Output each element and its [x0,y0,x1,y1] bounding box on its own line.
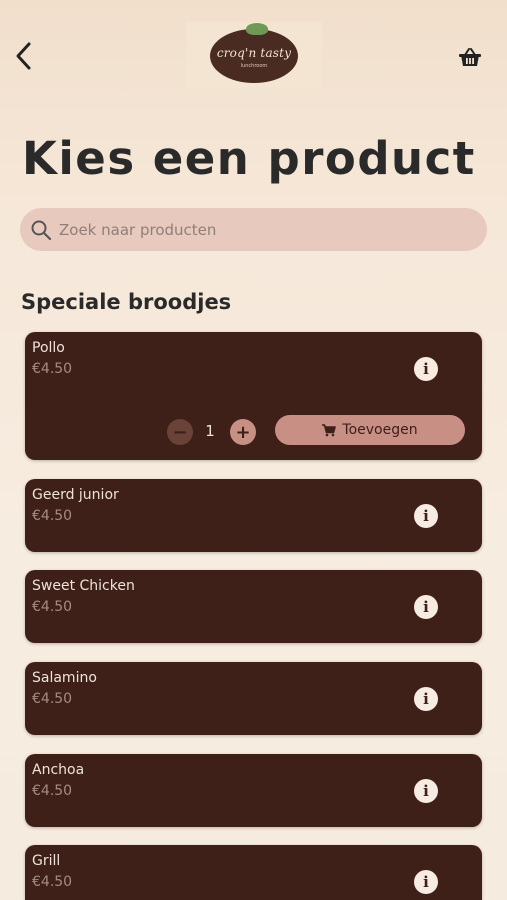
product-name: Anchoa [32,762,85,778]
product-price: €4.50 [32,599,73,615]
leaf-icon [246,23,268,35]
logo-badge: croq'n tasty lunchroom [210,23,298,83]
product-card-geerd-junior[interactable]: Geerd junior €4.50 i [25,479,482,552]
product-name: Salamino [32,670,97,686]
product-card-grill[interactable]: Grill €4.50 i [25,845,482,900]
info-button[interactable]: i [414,504,438,528]
basket-icon [459,48,481,66]
chevron-left-icon [16,42,31,70]
product-price: €4.50 [32,361,73,377]
quantity-decrease-button[interactable]: − [167,419,193,445]
product-name: Grill [32,853,61,869]
product-price: €4.50 [32,508,73,524]
back-button[interactable] [8,38,38,74]
logo-subtext: lunchroom [240,62,268,69]
product-card-salamino[interactable]: Salamino €4.50 i [25,662,482,735]
product-price: €4.50 [32,783,73,799]
info-icon: i [423,507,429,525]
product-name: Geerd junior [32,487,119,503]
info-icon: i [423,782,429,800]
brand-logo: croq'n tasty lunchroom [186,22,322,90]
basket-button[interactable] [455,44,485,72]
quantity-value: 1 [205,422,215,440]
info-button[interactable]: i [414,687,438,711]
product-name: Pollo [32,340,65,356]
quantity-increase-button[interactable]: + [230,419,256,445]
search-bar[interactable] [20,208,487,251]
info-icon: i [423,360,429,378]
logo-text: croq'n tasty [216,45,292,60]
product-card-pollo[interactable]: Pollo €4.50 i − 1 + Toevoegen [25,332,482,460]
info-icon: i [423,873,429,891]
minus-icon: − [172,421,188,443]
search-icon [30,219,52,241]
product-card-anchoa[interactable]: Anchoa €4.50 i [25,754,482,827]
info-button[interactable]: i [414,357,438,381]
info-button[interactable]: i [414,779,438,803]
page-title: Kies een product [22,132,476,185]
add-to-cart-button[interactable]: Toevoegen [275,415,465,445]
info-button[interactable]: i [414,870,438,894]
plus-icon: + [235,421,251,443]
cart-icon [322,423,337,436]
info-icon: i [423,598,429,616]
add-to-cart-label: Toevoegen [342,422,418,438]
section-title: Speciale broodjes [21,290,232,314]
product-card-sweet-chicken[interactable]: Sweet Chicken €4.50 i [25,570,482,643]
product-price: €4.50 [32,874,73,890]
app-header: croq'n tasty lunchroom [0,0,507,110]
search-input[interactable] [57,219,441,240]
product-name: Sweet Chicken [32,578,135,594]
info-button[interactable]: i [414,595,438,619]
product-price: €4.50 [32,691,73,707]
info-icon: i [423,690,429,708]
